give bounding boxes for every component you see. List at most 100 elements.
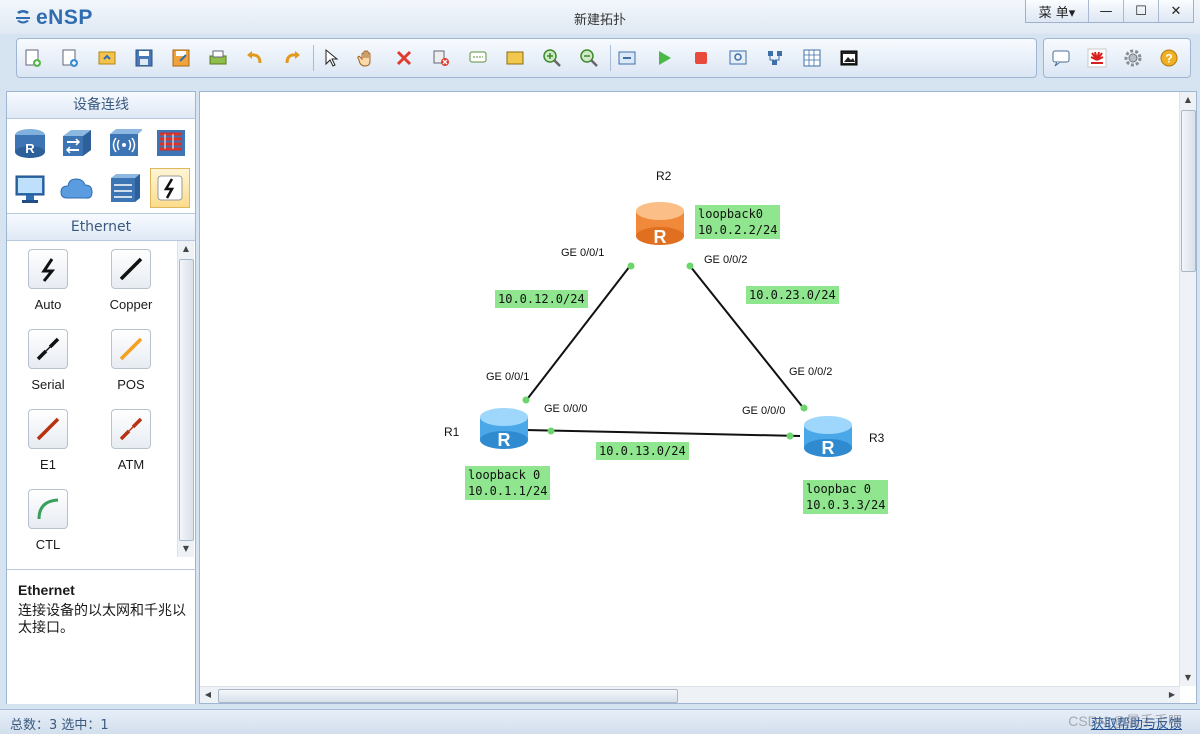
router-r1-icon[interactable]: R bbox=[480, 408, 528, 450]
serial-cable-icon bbox=[28, 329, 68, 369]
cable-item-auto[interactable]: Auto bbox=[18, 249, 78, 321]
e1-cable-icon bbox=[28, 409, 68, 449]
other-devices-category-icon[interactable] bbox=[105, 170, 143, 208]
router-name-r2: R2 bbox=[656, 169, 672, 183]
note-link-13[interactable]: 10.0.13.0/24 bbox=[596, 442, 689, 460]
help-icon[interactable]: ? bbox=[1158, 47, 1180, 69]
cable-item-ctl[interactable]: CTL bbox=[18, 489, 78, 561]
save-as-icon[interactable] bbox=[170, 47, 192, 69]
scroll-thumb[interactable] bbox=[1181, 110, 1196, 272]
undo-icon[interactable] bbox=[244, 47, 266, 69]
note-link-12[interactable]: 10.0.12.0/24 bbox=[495, 290, 588, 308]
ctl-cable-icon bbox=[28, 489, 68, 529]
scroll-down-icon[interactable]: ▼ bbox=[1180, 670, 1196, 686]
cable-item-serial[interactable]: Serial bbox=[18, 329, 78, 401]
topology-icon[interactable] bbox=[764, 47, 786, 69]
scroll-right-icon[interactable]: ▶ bbox=[1164, 687, 1180, 703]
port-label: GE 0/0/0 bbox=[742, 405, 786, 417]
note-r3-loopback[interactable]: loopbac 0 10.0.3.3/24 bbox=[803, 480, 889, 514]
router-category-icon[interactable]: R bbox=[11, 124, 49, 162]
note-r1-loopback[interactable]: loopback 0 10.0.1.1/24 bbox=[465, 466, 551, 500]
fit-view-icon[interactable] bbox=[616, 47, 638, 69]
grid-view-icon[interactable] bbox=[801, 47, 823, 69]
canvas-vertical-scrollbar[interactable]: ▲ ▼ bbox=[1179, 92, 1196, 686]
settings-gear-icon[interactable] bbox=[1122, 47, 1144, 69]
svg-text:R: R bbox=[822, 438, 835, 458]
router-r2-icon[interactable]: R bbox=[636, 202, 684, 247]
maximize-button[interactable]: ☐ bbox=[1123, 0, 1158, 22]
cable-list-scrollbar[interactable]: ▲ ▼ bbox=[177, 241, 194, 557]
menu-button[interactable]: 菜 单▾ bbox=[1026, 0, 1088, 22]
open-file-icon[interactable] bbox=[96, 47, 118, 69]
cable-item-e1[interactable]: E1 bbox=[18, 409, 78, 481]
port-label: GE 0/0/2 bbox=[789, 366, 833, 378]
scroll-thumb[interactable] bbox=[218, 689, 678, 703]
status-bar: 总数：3 选中：1 获取帮助与反馈 CSDN @晨手手吧 bbox=[0, 709, 1200, 734]
zoom-out-icon[interactable] bbox=[578, 47, 600, 69]
select-pointer-icon[interactable] bbox=[319, 47, 341, 69]
pc-category-icon[interactable] bbox=[11, 170, 49, 208]
topology-canvas[interactable]: R R R R2 R1 R3 GE 0/0/1 GE 0/0/2 GE 0/0/… bbox=[199, 91, 1197, 704]
zoom-in-icon[interactable] bbox=[541, 47, 563, 69]
port-dot bbox=[686, 262, 694, 270]
app-logo: eNSP bbox=[14, 6, 93, 30]
close-button[interactable]: ✕ bbox=[1158, 0, 1193, 22]
cloud-category-icon[interactable] bbox=[58, 170, 96, 208]
new-example-icon[interactable] bbox=[59, 47, 81, 69]
router-name-r3: R3 bbox=[869, 431, 885, 445]
cable-category-icon[interactable] bbox=[150, 168, 190, 208]
watermark: CSDN @晨手手吧 bbox=[1068, 713, 1182, 729]
selection-count: 总数：3 选中：1 bbox=[10, 718, 109, 733]
svg-text:?: ? bbox=[1165, 52, 1172, 66]
atm-cable-icon bbox=[111, 409, 151, 449]
enssp-logo-icon bbox=[16, 10, 30, 24]
window-title: 新建拓扑 bbox=[573, 13, 626, 28]
scroll-up-icon[interactable]: ▲ bbox=[1180, 92, 1196, 108]
scroll-thumb[interactable] bbox=[179, 259, 194, 541]
note-link-23[interactable]: 10.0.23.0/24 bbox=[746, 286, 839, 304]
hand-pan-icon[interactable] bbox=[356, 47, 378, 69]
huawei-logo-icon[interactable] bbox=[1086, 47, 1108, 69]
save-icon[interactable] bbox=[133, 47, 155, 69]
text-comment-icon[interactable] bbox=[467, 47, 489, 69]
main-toolbar bbox=[16, 38, 1037, 78]
cable-item-copper[interactable]: Copper bbox=[101, 249, 161, 321]
svg-text:R: R bbox=[498, 430, 511, 450]
minimize-button[interactable]: — bbox=[1088, 0, 1123, 22]
capture-data-icon[interactable] bbox=[727, 47, 749, 69]
redo-icon[interactable] bbox=[281, 47, 303, 69]
scroll-down-icon[interactable]: ▼ bbox=[178, 541, 194, 557]
note-r2-loopback[interactable]: loopback0 10.0.2.2/24 bbox=[695, 205, 781, 239]
switch-category-icon[interactable] bbox=[58, 124, 96, 162]
port-dot bbox=[800, 404, 808, 412]
port-dot bbox=[627, 262, 635, 270]
router-name-r1: R1 bbox=[444, 425, 460, 439]
new-topology-icon[interactable] bbox=[22, 47, 44, 69]
firewall-category-icon[interactable] bbox=[152, 124, 190, 162]
screenshot-icon[interactable] bbox=[838, 47, 860, 69]
delete-link-icon[interactable] bbox=[430, 47, 452, 69]
cable-item-pos[interactable]: POS bbox=[101, 329, 161, 401]
router-r3-icon[interactable]: R bbox=[804, 416, 852, 458]
port-label: GE 0/0/2 bbox=[704, 254, 748, 266]
cable-item-atm[interactable]: ATM bbox=[101, 409, 161, 481]
print-icon[interactable] bbox=[207, 47, 229, 69]
wireless-category-icon[interactable] bbox=[105, 124, 143, 162]
palette-icon[interactable] bbox=[504, 47, 526, 69]
description-title: Ethernet bbox=[18, 582, 75, 598]
delete-icon[interactable] bbox=[393, 47, 415, 69]
link-r1-r3[interactable] bbox=[524, 429, 801, 437]
port-dot bbox=[522, 396, 530, 404]
canvas-horizontal-scrollbar[interactable]: ◀ ▶ bbox=[200, 686, 1180, 703]
forum-icon[interactable] bbox=[1050, 47, 1072, 69]
copper-cable-icon bbox=[111, 249, 151, 289]
link-r2-r1[interactable] bbox=[524, 265, 631, 403]
window-controls: 菜 单▾ — ☐ ✕ bbox=[1025, 0, 1194, 23]
scroll-up-icon[interactable]: ▲ bbox=[178, 241, 194, 257]
side-toolbar: ? bbox=[1043, 38, 1191, 78]
title-bar: eNSP 新建拓扑 菜 单▾ — ☐ ✕ bbox=[0, 0, 1200, 34]
scroll-left-icon[interactable]: ◀ bbox=[200, 687, 216, 703]
start-device-icon[interactable] bbox=[653, 47, 675, 69]
stop-device-icon[interactable] bbox=[690, 47, 712, 69]
cable-label: Auto bbox=[34, 297, 62, 312]
